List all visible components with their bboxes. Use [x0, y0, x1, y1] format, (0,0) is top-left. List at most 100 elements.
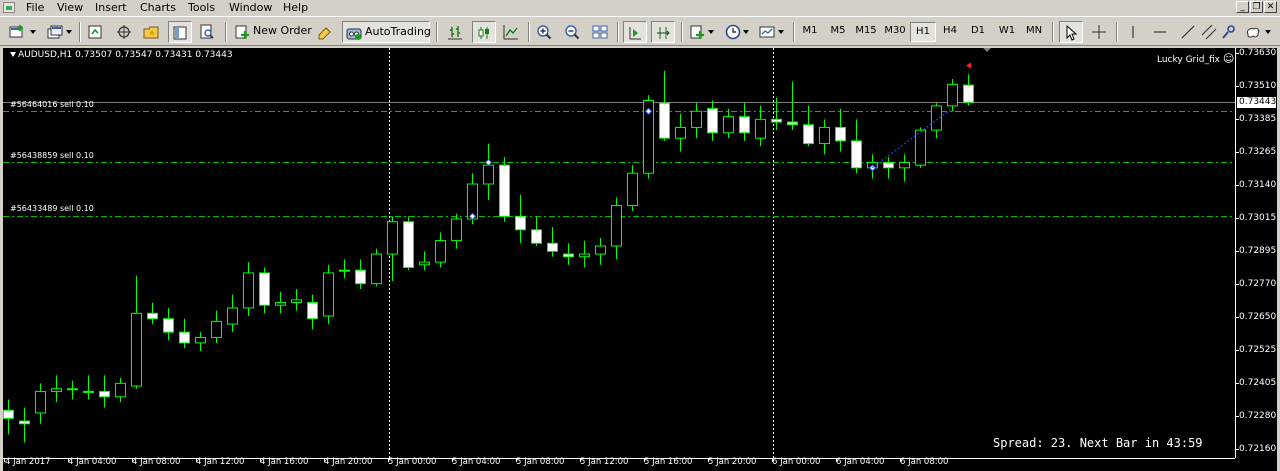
- metaeditor-button[interactable]: [314, 21, 338, 43]
- candle-bull: [819, 126, 830, 145]
- magnifier-document-icon: [200, 24, 214, 39]
- line-chart-button[interactable]: [500, 21, 524, 43]
- candle-bull: [83, 390, 94, 393]
- time-label: 6 Jan 08:00: [900, 457, 949, 467]
- candlestick-chart[interactable]: [3, 48, 1277, 471]
- price-label: 0.73630: [1239, 48, 1277, 58]
- sell-arrow-marker: [966, 62, 971, 69]
- horizontal-line-button[interactable]: [1149, 21, 1171, 43]
- candle-bear: [835, 126, 846, 142]
- menu-file[interactable]: File: [26, 1, 44, 14]
- crosshair-tool-button[interactable]: [1088, 21, 1112, 43]
- close-button[interactable]: ✕: [1264, 1, 1277, 13]
- tile-windows-button[interactable]: [589, 21, 613, 43]
- timeframe-m30[interactable]: M30: [881, 22, 909, 42]
- candle-bull: [291, 299, 302, 304]
- time-label: 5 Jan 04:00: [452, 457, 501, 467]
- timeframe-mn[interactable]: MN: [1021, 22, 1047, 42]
- autotrading-button[interactable]: AutoTrading: [342, 21, 431, 43]
- menu-view[interactable]: View: [57, 1, 83, 14]
- candle-bull: [275, 302, 286, 306]
- expert-advisor-label[interactable]: Lucky Grid_fix ☺: [1157, 52, 1234, 65]
- navigator-button[interactable]: [140, 21, 164, 43]
- timeframe-h4[interactable]: H4: [937, 22, 963, 42]
- terminal-button[interactable]: [168, 21, 192, 43]
- app-icon[interactable]: [3, 2, 15, 13]
- timeframe-m5[interactable]: M5: [825, 22, 851, 42]
- bar-chart-icon: [448, 26, 462, 40]
- candlestick-button[interactable]: [472, 21, 496, 43]
- indicators-button[interactable]: [686, 21, 718, 43]
- chart-shift-button[interactable]: [651, 21, 675, 43]
- price-label: 0.73510: [1239, 81, 1277, 91]
- menu-help[interactable]: Help: [283, 1, 308, 14]
- candle-bull: [899, 161, 910, 169]
- menu-window[interactable]: Window: [229, 1, 272, 14]
- toolbar: New Order AutoTrading M1 M5 M15 M30 H1 H…: [0, 16, 1280, 46]
- candle-bear: [99, 390, 110, 398]
- templates-button[interactable]: [756, 21, 788, 43]
- data-window-button[interactable]: [113, 21, 137, 43]
- auto-scroll-button[interactable]: [623, 21, 647, 43]
- trendline-button[interactable]: [1177, 21, 1199, 43]
- market-watch-button[interactable]: [84, 21, 108, 43]
- candle-bull: [595, 245, 606, 255]
- crosshair-icon: [1092, 25, 1106, 39]
- terminal-window-icon: [173, 26, 187, 40]
- toolbar-separator: [681, 22, 683, 42]
- candle-bull: [451, 218, 462, 242]
- smiley-icon: ☺: [1222, 52, 1235, 65]
- timeframe-h1[interactable]: H1: [910, 22, 936, 42]
- menu-insert[interactable]: Insert: [95, 1, 127, 14]
- candle-bull: [371, 253, 382, 285]
- timeframe-m1[interactable]: M1: [798, 22, 822, 42]
- zoom-in-button[interactable]: [533, 21, 557, 43]
- time-label: 4 Jan 08:00: [132, 457, 181, 467]
- profiles-button[interactable]: [44, 21, 76, 43]
- toolbar-separator: [79, 22, 81, 42]
- time-label: 5 Jan 20:00: [708, 457, 757, 467]
- menu-bar: File View Insert Charts Tools Window Hel…: [0, 0, 1280, 16]
- crosshair-target-icon: [117, 25, 131, 39]
- menu-tools[interactable]: Tools: [188, 1, 215, 14]
- periods-button[interactable]: [722, 21, 752, 43]
- price-label: 0.73265: [1239, 147, 1277, 157]
- order-label-1: #56464016 sell 0.10: [10, 100, 94, 109]
- timeframe-m15[interactable]: M15: [852, 22, 880, 42]
- metaeditor-icon: [318, 27, 331, 40]
- candle-bull: [131, 312, 142, 387]
- minimize-button[interactable]: _: [1236, 1, 1249, 13]
- chevron-down-icon: [778, 30, 784, 34]
- candle-bear: [851, 140, 862, 169]
- strategy-tester-button[interactable]: [196, 21, 220, 43]
- candle-bull: [387, 221, 398, 255]
- menu-charts[interactable]: Charts: [140, 1, 176, 14]
- shapes-button[interactable]: [1242, 21, 1274, 43]
- cursor-tool-button[interactable]: [1059, 21, 1083, 43]
- zoom-out-button[interactable]: [561, 21, 585, 43]
- vertical-line-button[interactable]: [1122, 21, 1144, 43]
- chart-area[interactable]: [3, 48, 1277, 471]
- price-label: 0.73385: [1239, 114, 1277, 124]
- time-label: 6 Jan 04:00: [836, 457, 885, 467]
- candle-bear: [787, 121, 798, 126]
- new-chart-button[interactable]: [6, 21, 40, 43]
- candle-bear: [739, 116, 750, 134]
- new-order-button[interactable]: New Order: [231, 21, 312, 43]
- price-label: 0.72770: [1239, 279, 1277, 289]
- folder-star-icon: [143, 26, 159, 39]
- chevron-down-icon: [743, 30, 749, 34]
- timeframe-d1[interactable]: D1: [965, 22, 991, 42]
- fibonacci-button[interactable]: [1218, 21, 1240, 43]
- price-label: 0.72280: [1239, 411, 1277, 421]
- toolbar-separator: [528, 22, 530, 42]
- candle-bull: [323, 272, 334, 317]
- candle-bull: [611, 205, 622, 247]
- timeframe-w1[interactable]: W1: [993, 22, 1021, 42]
- bar-chart-button[interactable]: [444, 21, 468, 43]
- restore-button[interactable]: ❐: [1250, 1, 1263, 13]
- spread-info: Spread: 23. Next Bar in 43:59: [993, 436, 1203, 450]
- chart-title: AUDUSD,H1 0.73507 0.73547 0.73431 0.7344…: [10, 50, 233, 60]
- candle-bull: [723, 116, 734, 134]
- channel-button[interactable]: [1198, 21, 1220, 43]
